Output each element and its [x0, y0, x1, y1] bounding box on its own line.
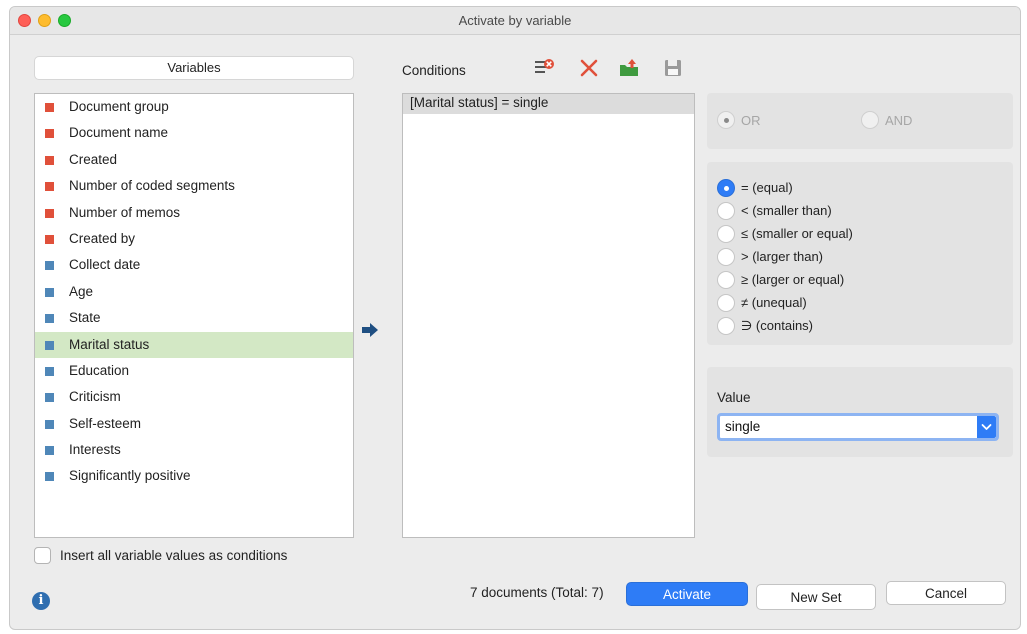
- operator-radio[interactable]: [717, 317, 735, 335]
- variable-color-square: [45, 472, 54, 482]
- value-label: Value: [717, 390, 751, 405]
- variable-color-square: [45, 446, 54, 456]
- value-panel: Value single: [707, 367, 1013, 457]
- and-label: AND: [885, 113, 913, 128]
- operator-radio[interactable]: [717, 179, 735, 197]
- operator-label: ≥ (larger or equal): [741, 272, 845, 287]
- variable-color-square: [45, 155, 54, 165]
- operator-radio[interactable]: [717, 271, 735, 289]
- operator-radio[interactable]: [717, 202, 735, 220]
- variable-label: Interests: [69, 442, 121, 458]
- operator-label: ∋ (contains): [741, 318, 814, 333]
- variable-item[interactable]: Number of coded segments: [35, 173, 353, 199]
- variable-item[interactable]: Document group: [35, 94, 353, 120]
- condition-item[interactable]: [Marital status] = single: [403, 94, 694, 114]
- value-selected-text: single: [725, 419, 761, 434]
- document-count: 7 documents (Total: 7): [470, 585, 604, 600]
- variable-item[interactable]: Education: [35, 358, 353, 384]
- operator-radio[interactable]: [717, 225, 735, 243]
- open-set-icon[interactable]: [618, 57, 640, 79]
- dialog-window: Activate by variable Variables Document …: [9, 6, 1021, 630]
- dropdown-button[interactable]: [977, 416, 996, 438]
- operators-panel: = (equal) < (smaller than) ≤ (smaller or…: [707, 162, 1013, 345]
- insert-all-values-checkbox[interactable]: [34, 547, 51, 564]
- cancel-button[interactable]: Cancel: [886, 581, 1006, 605]
- or-label: OR: [741, 113, 761, 128]
- operator-radio[interactable]: [717, 248, 735, 266]
- activate-button[interactable]: Activate: [626, 582, 748, 606]
- window-title: Activate by variable: [458, 13, 572, 28]
- conditions-list[interactable]: [Marital status] = single: [402, 93, 695, 538]
- variable-label: State: [69, 310, 101, 326]
- variable-color-square: [45, 314, 54, 324]
- variable-item[interactable]: Interests: [35, 437, 353, 463]
- variable-item[interactable]: Self-esteem: [35, 411, 353, 437]
- variable-label: Document group: [69, 99, 169, 114]
- variable-label: Collect date: [69, 257, 141, 273]
- info-icon[interactable]: i: [32, 592, 50, 610]
- variable-item[interactable]: Significantly positive: [35, 463, 353, 489]
- variable-label: Education: [69, 362, 130, 378]
- variable-label: Significantly positive: [69, 468, 191, 484]
- operator-label: ≠ (unequal): [741, 295, 807, 310]
- variable-color-square: [45, 366, 54, 376]
- variable-color-square: [45, 103, 54, 112]
- operator-radio[interactable]: [717, 294, 735, 312]
- variables-list[interactable]: Document group Document name Created Num…: [34, 93, 354, 538]
- logic-panel: OR AND: [707, 93, 1013, 149]
- variable-label: Criticism: [69, 389, 121, 405]
- variable-item[interactable]: Criticism: [35, 384, 353, 410]
- variable-label: Number of coded segments: [69, 178, 235, 194]
- variable-color-square: [45, 208, 54, 218]
- or-radio[interactable]: [717, 111, 735, 129]
- variable-label: Number of memos: [69, 204, 181, 220]
- variable-item[interactable]: Marital status: [35, 331, 353, 358]
- variable-label: Created: [69, 151, 118, 167]
- operator-label: = (equal): [741, 180, 793, 195]
- variable-color-square: [45, 261, 54, 271]
- save-set-icon[interactable]: [662, 57, 684, 79]
- variable-item[interactable]: State: [35, 305, 353, 331]
- variable-item[interactable]: Age: [35, 279, 353, 305]
- operator-label: ≤ (smaller or equal): [741, 226, 853, 241]
- variables-header-button[interactable]: Variables: [34, 56, 354, 80]
- variable-item[interactable]: Number of memos: [35, 200, 353, 226]
- variable-label: Created by: [69, 230, 136, 246]
- title-bar: Activate by variable: [10, 7, 1020, 35]
- variable-label: Age: [69, 283, 94, 299]
- variable-item[interactable]: Created: [35, 147, 353, 173]
- add-condition-arrow-icon[interactable]: [361, 322, 379, 338]
- insert-all-values-label: Insert all variable values as conditions: [60, 548, 288, 563]
- variable-color-square: [45, 287, 54, 297]
- variable-label: Marital status: [69, 336, 150, 352]
- variable-color-square: [45, 182, 54, 192]
- variable-color-square: [45, 419, 54, 429]
- variable-color-square: [45, 393, 54, 403]
- and-radio[interactable]: [861, 111, 879, 129]
- new-set-button[interactable]: New Set: [756, 584, 876, 610]
- variable-label: Self-esteem: [69, 415, 142, 431]
- value-select[interactable]: single: [717, 413, 999, 441]
- variable-item[interactable]: Created by: [35, 226, 353, 252]
- variable-color-square: [45, 234, 54, 244]
- variable-item[interactable]: Collect date: [35, 252, 353, 278]
- variable-color-square: [45, 340, 54, 350]
- clear-conditions-icon[interactable]: [533, 57, 555, 79]
- variable-color-square: [45, 129, 54, 139]
- operator-label: < (smaller than): [741, 203, 832, 218]
- variable-label: Document name: [69, 125, 169, 141]
- variable-item[interactable]: Document name: [35, 120, 353, 146]
- chevron-down-icon: [981, 424, 992, 430]
- delete-condition-icon[interactable]: [578, 57, 600, 79]
- operator-label: > (larger than): [741, 249, 824, 264]
- conditions-label: Conditions: [402, 63, 466, 78]
